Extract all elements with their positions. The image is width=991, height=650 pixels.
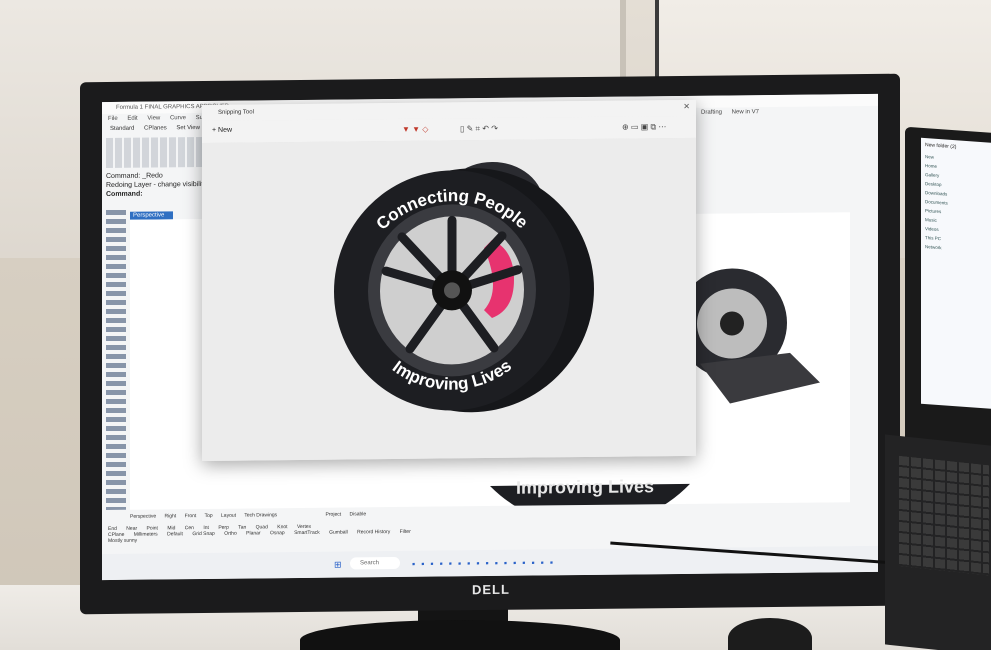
taskbar-search[interactable]: Search: [350, 556, 400, 570]
monitor: Formula 1 FINAL GRAPHICS APPROVED File E…: [80, 73, 900, 615]
weather-status: Mostly sunny: [108, 537, 138, 545]
vtab-top[interactable]: Top: [205, 513, 213, 519]
menu-drafting[interactable]: Drafting: [701, 110, 722, 116]
laptop-lid: New folder (2) New Home Gallery Desktop …: [905, 126, 991, 464]
wheel-render: Connecting People Improving Lives: [334, 161, 594, 413]
vtab-right[interactable]: Right: [165, 513, 177, 519]
pen-tools-icon[interactable]: ▼ ▼ ◇: [402, 125, 428, 134]
laptop-base: [885, 434, 991, 650]
vtab-front[interactable]: Front: [185, 513, 197, 519]
snip-canvas: Connecting People Improving Lives: [202, 137, 696, 462]
cad-toolbar-icons[interactable]: [106, 136, 216, 169]
menu-new-in-v7[interactable]: New in V7: [732, 109, 759, 115]
laptop-screen: New folder (2) New Home Gallery Desktop …: [921, 137, 991, 409]
computer-mouse: [728, 618, 812, 650]
status-ortho[interactable]: Ortho: [224, 531, 237, 537]
osnap-disable[interactable]: Disable: [350, 511, 367, 517]
crop-tools-icon[interactable]: ▯ ✎ ⌗ ↶ ↷: [460, 124, 498, 134]
dell-logo: DELL: [472, 581, 510, 598]
menu-curve[interactable]: Curve: [170, 115, 186, 121]
osnap-project[interactable]: Project: [326, 512, 342, 518]
back-tire-text: Improving Lives: [516, 476, 654, 497]
snipping-tool-window: Snipping Tool ✕ + New ▼ ▼ ◇ ▯ ✎ ⌗ ↶ ↷ ⊕ …: [202, 99, 696, 462]
close-icon[interactable]: ✕: [683, 102, 690, 111]
new-snip-label: New: [218, 126, 233, 134]
front-wheel: Connecting People Improving Lives: [334, 168, 594, 413]
monitor-screen: Formula 1 FINAL GRAPHICS APPROVED File E…: [102, 93, 878, 581]
share-tools-icon[interactable]: ⊕ ▭ ▣ ⧉ ⋯: [622, 122, 666, 132]
status-gumball[interactable]: Gumball: [329, 529, 348, 535]
taskbar-app-icons[interactable]: ▪▪▪▪▪▪▪▪▪▪▪▪▪▪▪▪: [412, 557, 559, 569]
laptop-keyboard: [899, 455, 989, 576]
menu-view[interactable]: View: [147, 115, 160, 121]
vtab-perspective[interactable]: Perspective: [130, 513, 156, 519]
status-osnap[interactable]: Osnap: [270, 530, 285, 536]
new-snip-button[interactable]: + New: [212, 127, 232, 134]
status-record-history[interactable]: Record History: [357, 529, 390, 535]
tab-set-view[interactable]: Set View: [176, 125, 200, 131]
status-grid-snap[interactable]: Grid Snap: [192, 531, 215, 537]
status-layer[interactable]: Default: [167, 531, 183, 537]
vtab-tech-drawings[interactable]: Tech Drawings: [244, 512, 277, 518]
status-filter[interactable]: Filter: [400, 529, 411, 535]
status-units: Millimeters: [133, 531, 158, 538]
cad-left-toolbar[interactable]: [106, 209, 126, 511]
windows-start-icon[interactable]: ⊞: [334, 560, 342, 571]
menu-file[interactable]: File: [108, 116, 118, 122]
tab-cplanes[interactable]: CPlanes: [144, 125, 167, 131]
vtab-layout[interactable]: Layout: [221, 513, 236, 519]
status-planar[interactable]: Planar: [246, 530, 260, 536]
menu-edit[interactable]: Edit: [127, 116, 137, 122]
status-smarttrack[interactable]: SmartTrack: [294, 530, 320, 536]
photo-scene: Formula 1 FINAL GRAPHICS APPROVED File E…: [0, 0, 991, 650]
tab-standard[interactable]: Standard: [110, 126, 134, 132]
